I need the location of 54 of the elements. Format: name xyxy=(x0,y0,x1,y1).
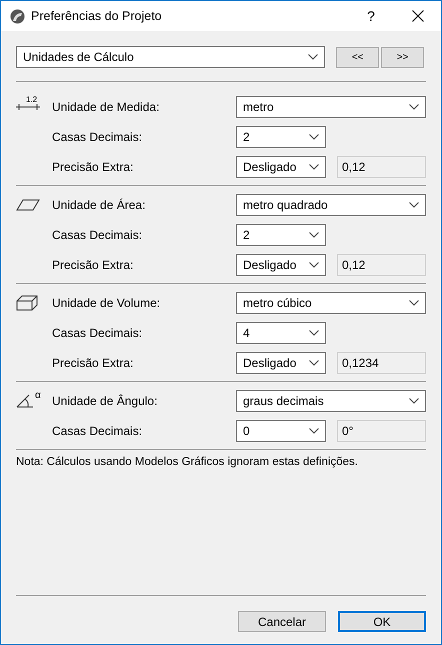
icon-label: 1.2 xyxy=(26,95,38,104)
field-label: Casas Decimais: xyxy=(52,228,144,242)
dropdown[interactable]: 4 xyxy=(236,322,326,344)
dimension-line-icon xyxy=(16,104,40,110)
angle-icon xyxy=(16,394,34,408)
field-label: Casas Decimais: xyxy=(52,130,144,144)
field-label: Unidade de Volume: xyxy=(52,296,162,310)
field-label: Unidade de Ângulo: xyxy=(52,394,158,408)
dropdown[interactable]: Desligado xyxy=(236,254,326,276)
dropdown[interactable]: metro xyxy=(236,96,426,118)
parallelogram-icon xyxy=(16,199,40,211)
help-button[interactable]: ? xyxy=(349,1,393,31)
close-icon xyxy=(412,10,424,22)
window-title: Preferências do Projeto xyxy=(31,9,163,23)
note-text: Nota: Cálculos usando Modelos Gráficos ignoram estas definições. xyxy=(16,456,359,468)
field-label: Precisão Extra: xyxy=(52,356,134,370)
dialog-button[interactable]: Cancelar xyxy=(238,611,326,632)
chevron-down-icon xyxy=(309,164,319,170)
field-label: Casas Decimais: xyxy=(52,326,144,340)
dropdown[interactable]: 0 xyxy=(236,420,326,442)
box-icon xyxy=(16,295,38,311)
dropdown[interactable]: 2 xyxy=(236,224,326,246)
chevron-down-icon xyxy=(309,330,319,336)
dropdown[interactable]: Desligado xyxy=(236,352,326,374)
chevron-down-icon xyxy=(309,134,319,140)
dropdown[interactable]: metro cúbico xyxy=(236,292,426,314)
readout-field: 0,1234 xyxy=(337,352,426,374)
chevron-down-icon xyxy=(409,300,419,306)
category-dropdown[interactable]: Unidades de Cálculo xyxy=(16,46,326,68)
field-label: Unidade de Área: xyxy=(52,198,146,212)
readout-field: 0° xyxy=(337,420,426,442)
icon-label: α xyxy=(35,390,41,401)
chevron-down-icon xyxy=(308,54,318,60)
nav-button[interactable]: >> xyxy=(381,46,424,68)
field-label: Precisão Extra: xyxy=(52,160,134,174)
readout-field: 0,12 xyxy=(337,156,426,178)
dropdown[interactable]: 2 xyxy=(236,126,326,148)
chevron-down-icon xyxy=(309,360,319,366)
field-label: Precisão Extra: xyxy=(52,258,134,272)
app-logo-icon xyxy=(10,8,25,24)
dropdown[interactable]: graus decimais xyxy=(236,390,426,412)
nav-button[interactable]: << xyxy=(336,46,380,68)
field-label: Casas Decimais: xyxy=(52,424,144,438)
dropdown[interactable]: Desligado xyxy=(236,156,326,178)
chevron-down-icon xyxy=(309,428,319,434)
dropdown[interactable]: metro quadrado xyxy=(236,194,426,216)
chevron-down-icon xyxy=(409,104,419,110)
chevron-down-icon xyxy=(309,262,319,268)
field-label: Unidade de Medida: xyxy=(52,100,160,114)
readout-field: 0,12 xyxy=(337,254,426,276)
dialog-button[interactable]: OK xyxy=(338,611,426,632)
chevron-down-icon xyxy=(409,202,419,208)
chevron-down-icon xyxy=(309,232,319,238)
chevron-down-icon xyxy=(409,398,419,404)
